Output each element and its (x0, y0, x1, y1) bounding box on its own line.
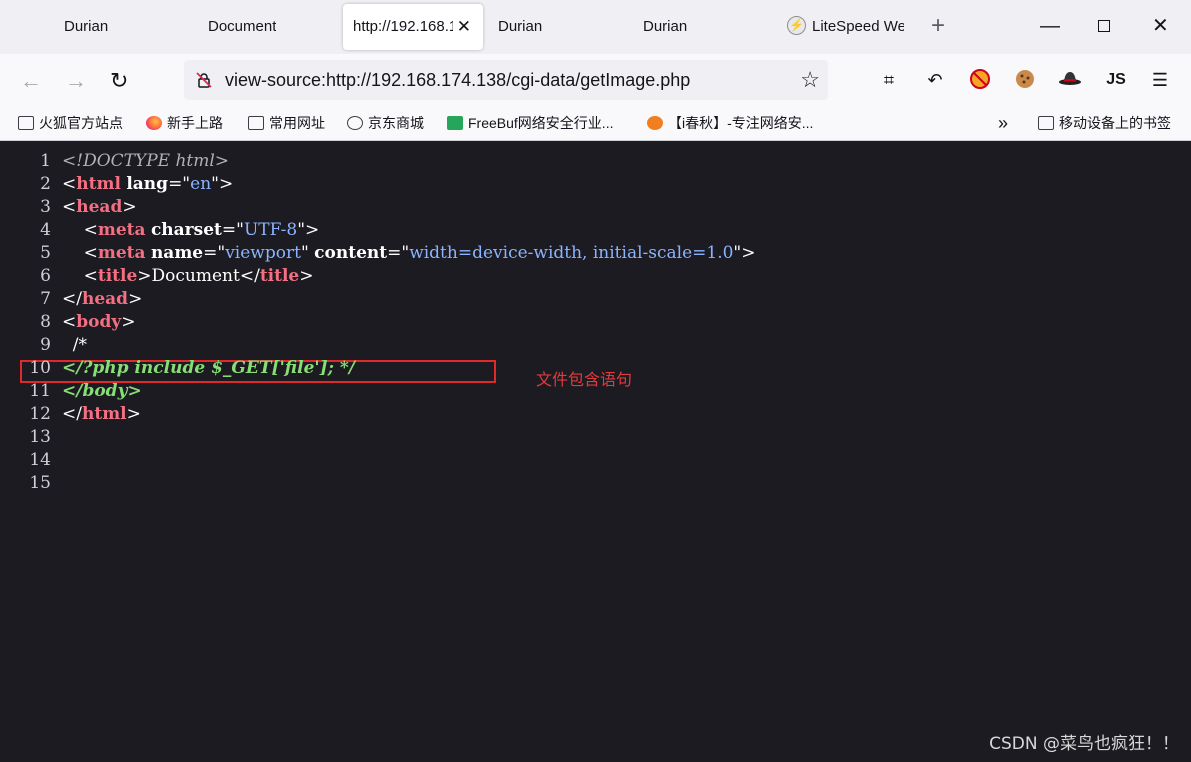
new-tab-plus-icon[interactable]: + (931, 12, 945, 40)
minimize-icon[interactable]: — (1040, 12, 1060, 40)
line-number: 11 (29, 381, 51, 401)
tab-document[interactable]: Document (208, 4, 348, 50)
line-code: <title>Document</title> (62, 266, 314, 286)
line-number: 6 (40, 266, 51, 286)
view-source-content: 文件包含语句 1 <!DOCTYPE html> 2 <html lang="en">… (0, 141, 1191, 762)
bookmarks-toolbar: 火狐官方站点 新手上路 常用网址 京东商城 FreeBuf网络安全行业... 【… (0, 108, 1191, 141)
line-code: </html> (62, 404, 141, 424)
bookmark-label: 火狐官方站点 (39, 115, 123, 131)
tab-litespeed[interactable]: ⚡ LiteSpeed Web Server (787, 4, 915, 50)
mobile-device-icon (1038, 116, 1054, 131)
blocked-extension-icon[interactable] (968, 68, 992, 92)
line-number: 1 (40, 151, 51, 171)
line-number: 10 (29, 358, 51, 378)
bookmark-label: 新手上路 (167, 115, 223, 131)
close-icon[interactable]: ✕ (457, 4, 471, 50)
line-number: 2 (40, 174, 51, 194)
navigation-toolbar: ← → ↻ view-source:http://192.168.174.138… (0, 54, 1191, 108)
line-code: /* (62, 335, 88, 355)
bookmark-star-icon[interactable]: ☆ (800, 66, 820, 94)
url-text[interactable]: view-source:http://192.168.174.138/cgi-d… (225, 60, 690, 100)
undo-arrow-icon[interactable]: ↶ (923, 68, 947, 92)
line-code: <!DOCTYPE html> (62, 151, 230, 171)
line-code: <meta charset="UTF-8"> (62, 220, 320, 240)
bookmark-ichunqiu[interactable]: 【i春秋】-专注网络安... (647, 108, 813, 138)
reload-icon[interactable]: ↻ (110, 67, 128, 95)
line-number: 4 (40, 220, 51, 240)
line-number: 13 (29, 427, 51, 447)
bookmark-label: FreeBuf网络安全行业... (468, 115, 614, 131)
tab-label: Document (208, 18, 277, 35)
cookie-icon[interactable] (1013, 68, 1037, 92)
folder-icon (18, 116, 34, 131)
line-code: </head> (62, 289, 143, 309)
tab-durian-3[interactable]: Durian (643, 4, 783, 50)
bookmark-getting-started[interactable]: 新手上路 (146, 108, 223, 138)
js-toggle-icon[interactable]: JS (1104, 68, 1128, 92)
menu-hamburger-icon[interactable]: ☰ (1148, 68, 1172, 92)
tab-view-source-active[interactable]: http://192.168.174.138/cgi-data/getImage… (343, 4, 483, 50)
bookmark-label: 【i春秋】-专注网络安... (668, 115, 814, 131)
firefox-icon (146, 116, 162, 131)
line-number: 15 (29, 473, 51, 493)
bookmark-firefox-official[interactable]: 火狐官方站点 (18, 108, 123, 138)
annotation-label: 文件包含语句 (536, 370, 633, 389)
ichunqiu-icon (647, 116, 663, 131)
line-number: 3 (40, 197, 51, 217)
line-code: </?php include $_GET['file']; */ (62, 358, 355, 378)
tab-strip: Durian Document http://192.168.174.138/c… (0, 0, 1191, 54)
tab-label: Durian (64, 18, 109, 35)
litespeed-icon: ⚡ (787, 15, 806, 35)
tab-label: LiteSpeed Web Server (812, 18, 904, 35)
watermark: CSDN @菜鸟也疯狂！！ (989, 734, 1179, 754)
line-number: 8 (40, 312, 51, 332)
line-code: <body> (62, 312, 136, 332)
line-code: </body> (62, 381, 142, 401)
hat-icon[interactable] (1058, 68, 1082, 92)
crop-screenshot-icon[interactable]: ⌗ (877, 68, 901, 92)
insecure-lock-icon[interactable] (196, 72, 212, 88)
freebuf-icon (447, 116, 463, 131)
globe-icon (347, 116, 363, 131)
folder-icon (248, 116, 264, 131)
line-number: 14 (29, 450, 51, 470)
line-number: 12 (29, 404, 51, 424)
bookmark-common-sites[interactable]: 常用网址 (248, 108, 325, 138)
back-arrow-icon[interactable]: ← (20, 67, 42, 95)
line-code: <meta name="viewport" content="width=dev… (62, 243, 756, 263)
bookmark-jd[interactable]: 京东商城 (347, 108, 424, 138)
maximize-icon[interactable] (1098, 20, 1110, 32)
line-number: 7 (40, 289, 51, 309)
line-number: 9 (40, 335, 51, 355)
url-bar[interactable]: view-source:http://192.168.174.138/cgi-d… (184, 60, 828, 100)
bookmark-mobile[interactable]: 移动设备上的书签 (1038, 108, 1171, 138)
chevron-double-right-icon[interactable]: » (998, 108, 1008, 138)
forward-arrow-icon[interactable]: → (65, 67, 87, 95)
tab-durian-1[interactable]: Durian (64, 4, 204, 50)
bookmark-label: 常用网址 (269, 115, 325, 131)
bookmark-label: 京东商城 (368, 115, 424, 131)
line-code: <html lang="en"> (62, 174, 234, 194)
bookmark-freebuf[interactable]: FreeBuf网络安全行业... (447, 108, 613, 138)
line-number: 5 (40, 243, 51, 263)
tab-durian-2[interactable]: Durian (498, 4, 638, 50)
tab-label: Durian (643, 18, 688, 35)
line-code: <head> (62, 197, 137, 217)
bookmark-label: 移动设备上的书签 (1059, 115, 1171, 131)
tab-label: http://192.168.174.138/cgi-data/getImage… (353, 18, 453, 35)
window-close-icon[interactable]: ✕ (1152, 12, 1169, 40)
tab-label: Durian (498, 18, 543, 35)
